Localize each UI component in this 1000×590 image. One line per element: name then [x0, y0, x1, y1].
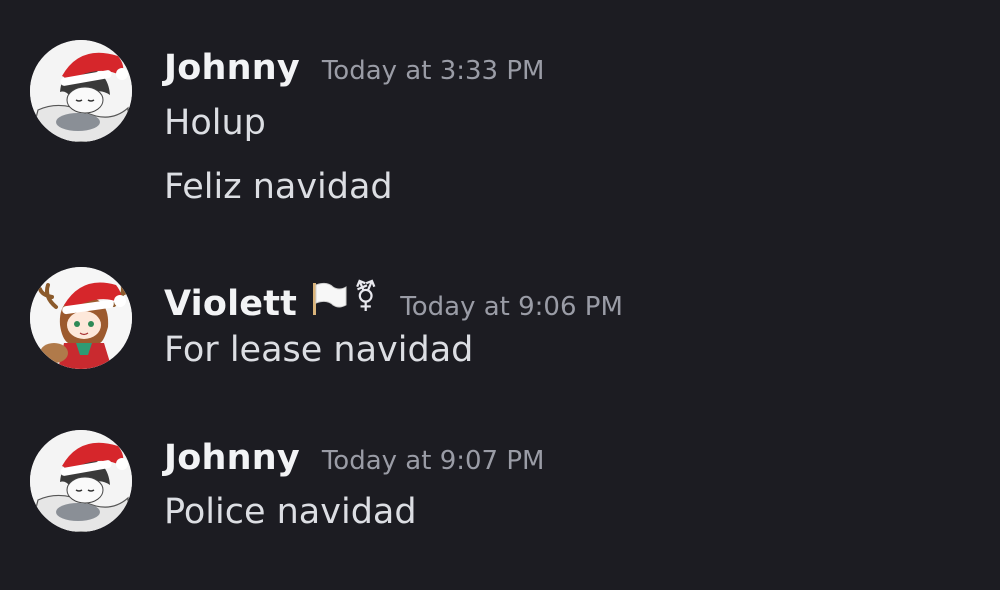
username[interactable]: Johnny: [164, 438, 300, 478]
santa-hat-avatar-icon: [30, 40, 132, 142]
avatar[interactable]: [30, 267, 132, 369]
timestamp: Today at 9:06 PM: [400, 292, 623, 322]
white-flag-icon: [313, 282, 347, 315]
timestamp: Today at 9:07 PM: [321, 446, 545, 476]
chat-message-list: Johnny Today at 3:33 PM Holup Feliz navi…: [0, 0, 1000, 590]
user-badges: ⚧: [309, 277, 378, 317]
santa-hat-avatar-icon: [30, 267, 132, 369]
santa-hat-avatar-icon: [30, 430, 132, 532]
message-text: For lease navidad: [164, 330, 474, 370]
message-header: Violett ⚧ Today at 9:06 PM: [164, 275, 623, 325]
message-text: Feliz navidad: [164, 167, 393, 207]
message-header: Johnny Today at 9:07 PM: [164, 438, 544, 478]
username[interactable]: Johnny: [164, 48, 300, 88]
message-text: Holup: [164, 103, 266, 143]
message-text: Police navidad: [164, 492, 417, 532]
timestamp: Today at 3:33 PM: [321, 56, 545, 86]
avatar[interactable]: [30, 40, 132, 142]
message-header: Johnny Today at 3:33 PM: [164, 48, 544, 88]
avatar[interactable]: [30, 430, 132, 532]
transgender-symbol-icon: ⚧: [353, 279, 379, 314]
username[interactable]: Violett: [164, 284, 297, 324]
